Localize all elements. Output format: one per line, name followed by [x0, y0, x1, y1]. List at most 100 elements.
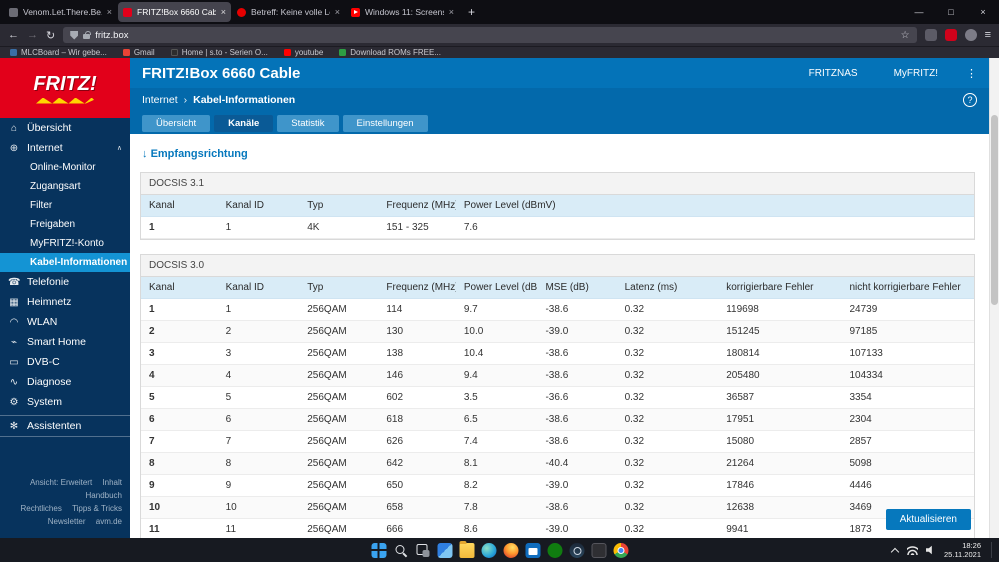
bookmark-youtube[interactable]: youtube [283, 48, 323, 57]
table-cell: -39.0 [537, 518, 617, 538]
table-cell: 256QAM [299, 408, 379, 431]
fritz-logo[interactable]: FRITZ! [0, 58, 130, 118]
ublock-icon[interactable] [944, 29, 957, 41]
sidebar-item-system[interactable]: System [0, 392, 130, 412]
browser-tab-forum[interactable]: Betreff: Keine volle Leistung - Voda... [232, 2, 345, 22]
table-cell: 256QAM [299, 474, 379, 497]
sidebar-item-wlan[interactable]: WLAN [0, 312, 130, 332]
sidebar-item-assistenten[interactable]: Assistenten [0, 415, 130, 437]
sidebar-item-myfritz-konto[interactable]: MyFRITZ!-Konto [0, 234, 130, 253]
table-cell: 2304 [841, 408, 974, 431]
sidebar-item-freigaben[interactable]: Freigaben [0, 215, 130, 234]
content-area: Empfangsrichtung DOCSIS 3.1 KanalKanal I… [130, 134, 989, 538]
sidebar-item-online-monitor[interactable]: Online-Monitor [0, 158, 130, 177]
browser-tab-youtube[interactable]: Windows 11: Screenshot erste... [346, 2, 459, 22]
widgets-icon[interactable] [437, 542, 452, 558]
browser-tab-venom[interactable]: Venom.Let.There.Be.Carnage... [4, 2, 117, 22]
footer-link-newsletter[interactable]: Newsletter [48, 517, 86, 526]
search-icon[interactable] [393, 543, 408, 558]
sidebar-item-uebersicht[interactable]: Übersicht [0, 118, 130, 138]
network-icon[interactable] [907, 545, 919, 555]
account-icon[interactable] [964, 29, 977, 41]
menu-icon[interactable] [985, 29, 991, 41]
sidebar-item-dvb-c[interactable]: DVB-C [0, 352, 130, 372]
bookmark-mlcboard[interactable]: MLCBoard – Wir gebe... [10, 48, 107, 57]
help-icon[interactable] [963, 93, 977, 107]
table-cell: 5098 [841, 452, 974, 475]
browser-tab-fritzbox[interactable]: FRITZ!Box 6660 Cable [118, 2, 231, 22]
tab-uebersicht[interactable]: Übersicht [142, 114, 211, 132]
kebab-menu-icon[interactable] [966, 67, 977, 80]
taskbar-clock[interactable]: 18:26 25.11.2021 [944, 541, 981, 559]
page-viewport: FRITZ! Übersicht Internet Online-Monitor… [0, 58, 999, 538]
bookmark-star-icon[interactable] [901, 30, 910, 41]
footer-link-inhalt[interactable]: Inhalt [102, 478, 122, 487]
sidebar-subitem-label: Online-Monitor [30, 162, 96, 173]
footer-link-ansicht[interactable]: Ansicht: Erweitert [30, 478, 92, 487]
fritznas-link[interactable]: FRITZNAS [809, 68, 858, 79]
sidebar-item-internet[interactable]: Internet [0, 138, 130, 158]
tab-einstellungen[interactable]: Einstellungen [342, 114, 428, 132]
table-cell: 5 [141, 386, 218, 409]
new-tab-button[interactable] [460, 5, 483, 19]
url-bar[interactable]: fritz.box [63, 27, 917, 43]
back-button[interactable] [8, 29, 19, 41]
forward-button[interactable] [27, 29, 38, 41]
browser-nav-bar: fritz.box [0, 24, 999, 46]
explorer-icon[interactable] [459, 540, 474, 558]
table-header-cell: Kanal ID [217, 277, 300, 299]
tracking-protection-shield-icon[interactable] [70, 30, 79, 40]
chrome-icon[interactable] [613, 542, 628, 558]
sidebar-item-filter[interactable]: Filter [0, 196, 130, 215]
tab-close-icon[interactable] [449, 7, 454, 17]
footer-link-avmde[interactable]: avm.de [96, 517, 122, 526]
tab-close-icon[interactable] [107, 7, 112, 17]
tab-close-icon[interactable] [221, 7, 226, 17]
sidebar-item-smart-home[interactable]: Smart Home [0, 332, 130, 352]
window-minimize-button[interactable] [903, 0, 935, 24]
edge-icon[interactable] [481, 542, 496, 558]
myfritz-link[interactable]: MyFRITZ! [894, 68, 938, 79]
epic-icon[interactable] [591, 542, 606, 558]
section-heading-empfangsrichtung[interactable]: Empfangsrichtung [142, 148, 975, 160]
mlcboard-favicon-icon [10, 49, 17, 56]
sidebar-item-telefonie[interactable]: Telefonie [0, 272, 130, 292]
refresh-button[interactable]: Aktualisieren [885, 509, 971, 530]
firefox-icon[interactable] [503, 542, 518, 558]
window-maximize-button[interactable] [935, 0, 967, 24]
table-cell: 0.32 [616, 408, 719, 431]
table-cell: 7 [217, 430, 300, 453]
taskbar-tray: 18:26 25.11.2021 [891, 538, 993, 562]
bookmark-roms[interactable]: Download ROMs FREE... [339, 48, 441, 57]
footer-link-handbuch[interactable]: Handbuch [86, 491, 122, 500]
task-view-icon[interactable] [415, 543, 430, 558]
sidebar-item-heimnetz[interactable]: Heimnetz [0, 292, 130, 312]
footer-link-rechtliches[interactable]: Rechtliches [20, 504, 61, 513]
lock-icon[interactable] [83, 31, 91, 39]
window-close-button[interactable] [967, 0, 999, 24]
sidebar-item-zugangsart[interactable]: Zugangsart [0, 177, 130, 196]
bookmark-sto[interactable]: Home | s.to - Serien O... [170, 48, 268, 57]
extension-icon[interactable] [924, 29, 937, 41]
table-cell: 0.32 [616, 496, 719, 519]
sidebar-item-kabel-informationen[interactable]: Kabel-Informationen [0, 253, 130, 272]
hidden-items-icon[interactable] [891, 546, 899, 554]
table-cell: 15080 [718, 430, 842, 453]
steam-icon[interactable] [569, 542, 584, 558]
url-text[interactable]: fritz.box [95, 30, 128, 41]
store-icon[interactable] [525, 542, 540, 558]
scrollbar-thumb[interactable] [991, 115, 998, 305]
volume-icon[interactable] [926, 545, 932, 555]
tab-statistik[interactable]: Statistik [277, 114, 339, 132]
show-desktop-button[interactable] [991, 542, 993, 558]
tab-kanaele[interactable]: Kanäle [214, 114, 274, 132]
reload-button[interactable] [46, 29, 55, 42]
scrollbar[interactable] [989, 58, 999, 538]
sidebar-item-diagnose[interactable]: Diagnose [0, 372, 130, 392]
start-icon[interactable] [371, 542, 386, 558]
sidebar-item-label: DVB-C [27, 356, 60, 368]
footer-link-tipps[interactable]: Tipps & Tricks [72, 504, 122, 513]
bookmark-gmail[interactable]: Gmail [122, 48, 155, 57]
tab-close-icon[interactable] [335, 7, 340, 17]
xbox-icon[interactable] [547, 542, 562, 558]
